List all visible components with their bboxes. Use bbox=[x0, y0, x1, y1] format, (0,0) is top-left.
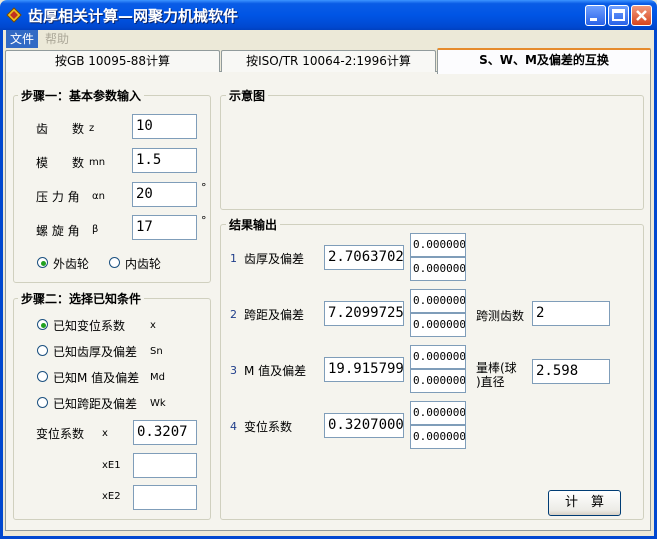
xe2-input[interactable] bbox=[133, 485, 197, 510]
tab-swm-conversion[interactable]: S、W、M及偏差的互换 bbox=[437, 48, 651, 74]
menu-help[interactable]: 帮助 bbox=[41, 30, 73, 48]
menu-bar bbox=[3, 30, 654, 48]
result-row-number: 1 bbox=[230, 252, 237, 265]
helix-angle-input[interactable]: 17 bbox=[132, 215, 197, 240]
close-button[interactable] bbox=[631, 5, 652, 26]
known-thickness-radio[interactable] bbox=[37, 345, 48, 356]
shift-coefficient-output[interactable]: 0.320700000 bbox=[324, 413, 404, 438]
shift-coefficient-lower-deviation[interactable]: 0.000000000 bbox=[410, 425, 466, 449]
tooth-thickness-lower-deviation[interactable]: 0.000000000 bbox=[410, 257, 466, 281]
m-value-upper-deviation[interactable]: 0.000000000 bbox=[410, 345, 466, 369]
span-length-upper-deviation[interactable]: 0.000000000 bbox=[410, 289, 466, 313]
results-title: 结果输出 bbox=[226, 216, 281, 233]
step2-title: 步骤二：选择已知条件 bbox=[18, 290, 145, 307]
teeth-label: 齿 数 bbox=[36, 122, 85, 136]
module-label: 模 数 bbox=[36, 156, 85, 170]
m-value-label: M 值及偏差 bbox=[244, 364, 307, 378]
shift-coefficient-result-label: 变位系数 bbox=[244, 420, 293, 434]
result-row-number: 4 bbox=[230, 420, 237, 433]
tooth-thickness-label: 齿厚及偏差 bbox=[244, 252, 305, 266]
known-thickness-symbol: Sn bbox=[150, 346, 163, 357]
maximize-button[interactable] bbox=[608, 5, 629, 26]
shift-coefficient-symbol: x bbox=[102, 428, 108, 439]
known-span-symbol: Wk bbox=[150, 398, 166, 409]
shift-coefficient-upper-deviation[interactable]: 0.000000000 bbox=[410, 401, 466, 425]
span-length-lower-deviation[interactable]: 0.000000000 bbox=[410, 313, 466, 337]
rod-diameter-label-2: )直径 bbox=[476, 375, 505, 389]
degree-unit: ° bbox=[201, 214, 207, 227]
helix-angle-symbol: β bbox=[92, 224, 99, 235]
xe1-input[interactable] bbox=[133, 453, 197, 478]
result-row-number: 2 bbox=[230, 308, 237, 321]
known-span-label: 已知跨距及偏差 bbox=[53, 397, 138, 411]
xe2-label: xE2 bbox=[102, 491, 121, 502]
m-value-lower-deviation[interactable]: 0.000000000 bbox=[410, 369, 466, 393]
known-shift-label: 已知变位系数 bbox=[53, 319, 126, 333]
internal-gear-radio[interactable] bbox=[109, 257, 120, 268]
calculate-button[interactable]: 计 算 bbox=[548, 490, 621, 516]
module-symbol: mn bbox=[89, 157, 106, 168]
rod-diameter-input[interactable]: 2.598 bbox=[532, 359, 610, 384]
minimize-button[interactable] bbox=[585, 5, 606, 26]
shift-coefficient-label: 变位系数 bbox=[36, 427, 85, 441]
tab-gb10095[interactable]: 按GB 10095-88计算 bbox=[5, 50, 220, 72]
window-title: 齿厚相关计算—网聚力机械软件 bbox=[28, 7, 239, 25]
minimize-icon bbox=[590, 18, 597, 21]
module-input[interactable]: 1.5 bbox=[132, 148, 197, 173]
result-row-number: 3 bbox=[230, 364, 237, 377]
external-gear-label: 外齿轮 bbox=[53, 257, 90, 271]
m-value-output[interactable]: 19.91579932 bbox=[324, 357, 404, 382]
maximize-icon bbox=[612, 9, 625, 21]
external-gear-radio[interactable] bbox=[37, 257, 48, 268]
known-m-value-symbol: Md bbox=[150, 372, 165, 383]
close-icon bbox=[636, 10, 647, 21]
tab-iso10064[interactable]: 按ISO/TR 10064-2:1996计算 bbox=[221, 50, 436, 72]
app-icon bbox=[6, 7, 22, 23]
span-length-label: 跨距及偏差 bbox=[244, 308, 305, 322]
tooth-thickness-upper-deviation[interactable]: 0.000000000 bbox=[410, 233, 466, 257]
pressure-angle-input[interactable]: 20 bbox=[132, 182, 197, 207]
known-shift-symbol: x bbox=[150, 320, 156, 331]
helix-angle-label: 螺 旋 角 bbox=[36, 224, 80, 238]
step1-title: 步骤一：基本参数输入 bbox=[18, 87, 145, 104]
degree-unit: ° bbox=[201, 181, 207, 194]
internal-gear-label: 内齿轮 bbox=[125, 257, 162, 271]
pressure-angle-label: 压 力 角 bbox=[36, 190, 80, 204]
shift-coefficient-input[interactable]: 0.3207 bbox=[133, 420, 197, 445]
tooth-thickness-output[interactable]: 2.706370256 bbox=[324, 245, 404, 270]
pressure-angle-symbol: αn bbox=[92, 191, 105, 202]
span-teeth-input[interactable]: 2 bbox=[532, 301, 610, 326]
known-m-value-radio[interactable] bbox=[37, 371, 48, 382]
xe1-label: xE1 bbox=[102, 460, 121, 471]
menu-file[interactable]: 文件 bbox=[6, 30, 39, 48]
diagram-group bbox=[220, 95, 644, 210]
span-length-output[interactable]: 7.209972507 bbox=[324, 301, 404, 326]
known-shift-radio[interactable] bbox=[37, 319, 48, 330]
teeth-input[interactable]: 10 bbox=[132, 114, 197, 139]
diagram-title: 示意图 bbox=[226, 87, 269, 104]
known-span-radio[interactable] bbox=[37, 397, 48, 408]
teeth-symbol: z bbox=[89, 123, 95, 134]
known-m-value-label: 已知M 值及偏差 bbox=[53, 371, 140, 385]
known-thickness-label: 已知齿厚及偏差 bbox=[53, 345, 138, 359]
span-teeth-label: 跨测齿数 bbox=[476, 309, 525, 323]
